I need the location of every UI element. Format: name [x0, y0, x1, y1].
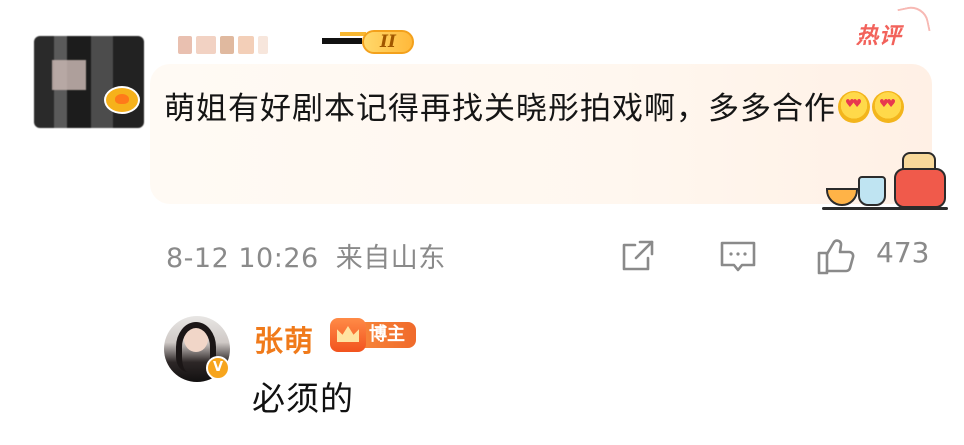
blogger-badge-label: 博主	[358, 322, 416, 348]
crown-icon	[330, 318, 366, 352]
commenter-name-mosaic[interactable]	[178, 34, 268, 56]
comment-body[interactable]: 萌姐有好剧本记得再找关晓彤拍戏啊，多多合作	[164, 82, 904, 136]
vip-badge-icon	[104, 86, 140, 114]
heart-eyes-emoji-icon	[838, 91, 870, 123]
verified-badge-icon: V	[206, 356, 230, 380]
heart-eyes-emoji-icon	[872, 91, 904, 123]
commenter-avatar-blurred[interactable]	[34, 36, 144, 128]
hot-comment-tag: 热评	[856, 18, 902, 50]
comment-icon[interactable]	[718, 236, 758, 276]
blogger-badge: 博主	[330, 318, 416, 352]
share-icon[interactable]	[618, 236, 658, 276]
reply-author-name[interactable]: 张萌	[254, 318, 314, 360]
comment-text: 萌姐有好剧本记得再找关晓彤拍戏啊，多多合作	[164, 91, 836, 127]
user-level-badge: II	[322, 28, 416, 56]
comment-timestamp: 8-12 10:26	[166, 243, 319, 274]
like-count: 473	[876, 236, 930, 269]
comment-meta: 8-12 10:26 来自山东	[166, 236, 446, 275]
reply-text[interactable]: 必须的	[252, 372, 354, 420]
like-icon[interactable]	[816, 236, 856, 276]
breakfast-decoration-icon	[822, 150, 948, 214]
level-badge-label: II	[362, 30, 414, 54]
comment-location: 来自山东	[335, 243, 446, 274]
